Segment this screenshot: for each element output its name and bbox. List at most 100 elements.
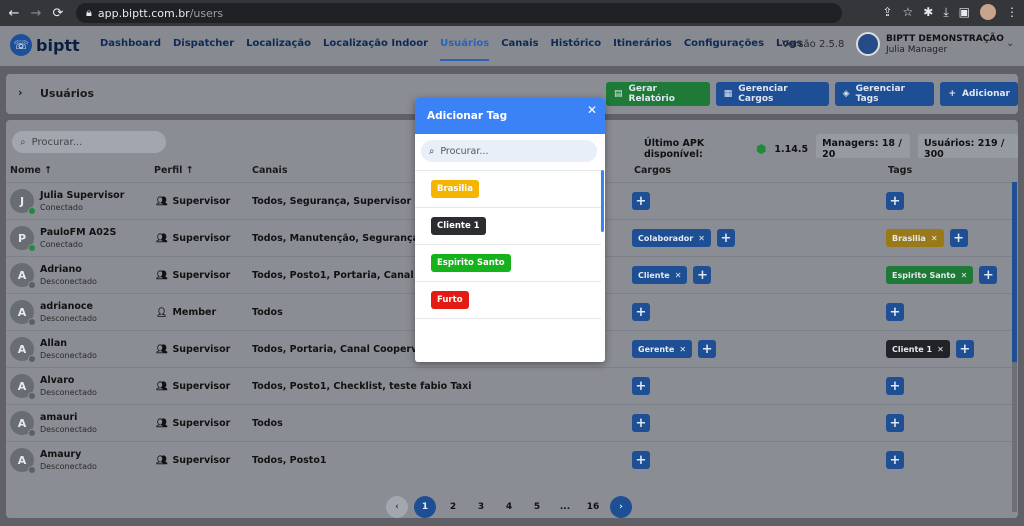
remove-icon[interactable]: ✕ <box>698 234 705 243</box>
add-tag-button[interactable]: + <box>949 229 968 247</box>
add-tag-button[interactable]: + <box>886 377 904 395</box>
profile-avatar-icon[interactable] <box>980 4 996 20</box>
logo[interactable]: ☏ biptt <box>10 34 80 56</box>
add-role-button[interactable]: + <box>632 192 650 210</box>
table-row[interactable]: A Alvaro Desconectado 👥︎ Supervisor Todos… <box>6 367 1018 404</box>
add-tag-button[interactable]: + <box>886 451 904 469</box>
menu-item-1[interactable]: Dispatcher <box>173 38 234 61</box>
user-name[interactable]: PauloFM A02S <box>40 227 116 238</box>
user-name[interactable]: adrianoce <box>40 301 93 312</box>
menu-item-3[interactable]: Localização Indoor <box>323 38 428 61</box>
close-icon[interactable]: ✕ <box>587 103 597 117</box>
remove-icon[interactable]: ✕ <box>675 271 682 280</box>
add-role-button[interactable]: + <box>632 451 650 469</box>
forward-icon[interactable]: → <box>28 6 44 21</box>
page-button[interactable]: 5 <box>526 496 548 518</box>
add-tag-button[interactable]: + <box>886 414 904 432</box>
page-button[interactable]: 3 <box>470 496 492 518</box>
tag-list-scrollbar[interactable] <box>601 170 604 232</box>
menu-item-0[interactable]: Dashboard <box>100 38 161 61</box>
tag-option[interactable]: Brasilia <box>415 170 601 207</box>
user-name[interactable]: Amaury <box>40 449 81 460</box>
sidepanel-icon[interactable]: ▣ <box>959 5 970 19</box>
add-role-button[interactable]: + <box>632 414 650 432</box>
scrollbar-thumb[interactable] <box>1012 182 1017 362</box>
user-name[interactable]: Julia Supervisor <box>40 190 124 201</box>
remove-icon[interactable]: ✕ <box>931 234 938 243</box>
user-channels: Todos, Posto1, Checklist, teste fabio Ta… <box>252 381 472 392</box>
header-profile[interactable]: Perfil ↑ <box>154 165 194 176</box>
user-profile: 👥︎ Supervisor <box>156 233 231 244</box>
header-name[interactable]: Nome ↑ <box>10 165 52 176</box>
menu-item-4[interactable]: Usuários <box>440 38 490 61</box>
tags-cell: + <box>886 451 904 469</box>
user-profile: 👥︎ Supervisor <box>156 455 231 466</box>
page-button[interactable]: 16 <box>582 496 604 518</box>
add-tag-button[interactable]: + <box>886 303 904 321</box>
chevron-right-icon[interactable]: › <box>18 86 23 99</box>
account-menu[interactable]: BIPTT DEMONSTRAÇÃO Julia Manager ⌄ <box>856 32 1016 56</box>
add-role-button[interactable]: + <box>698 340 717 358</box>
share-icon[interactable]: ⇪ <box>882 5 892 19</box>
user-status: Desconectado <box>40 462 97 471</box>
tag-option[interactable]: Furto <box>415 281 601 318</box>
add-role-button[interactable]: + <box>716 229 735 247</box>
search-input[interactable]: ⌕ Procurar... <box>12 131 166 153</box>
tag-option[interactable]: Espirito Santo <box>415 244 601 281</box>
back-icon[interactable]: ← <box>6 6 22 21</box>
next-page-button[interactable]: › <box>610 496 632 518</box>
user-name[interactable]: Alvaro <box>40 375 74 386</box>
extensions-icon[interactable]: ✱ <box>923 5 933 19</box>
role-chip[interactable]: Colaborador ✕ <box>632 229 711 247</box>
tag-chip[interactable]: Cliente 1 ✕ <box>886 340 950 358</box>
add-user-button[interactable]: + Adicionar <box>940 82 1018 106</box>
user-status: Conectado <box>40 203 83 212</box>
role-chip[interactable]: Cliente ✕ <box>632 266 688 284</box>
menu-item-8[interactable]: Configurações <box>684 38 764 61</box>
main-menu: Dashboard Dispatcher Localização Localizaçã… <box>100 38 802 61</box>
table-row[interactable]: A Amaury Desconectado 👥︎ Supervisor Todos… <box>6 441 1018 478</box>
menu-item-5[interactable]: Canais <box>501 38 538 61</box>
tags-cell: + <box>886 192 904 210</box>
chevron-down-icon[interactable]: ⌄ <box>1006 38 1014 49</box>
remove-icon[interactable]: ✕ <box>937 345 944 354</box>
sort-arrow-icon: ↑ <box>185 165 194 176</box>
manage-roles-button[interactable]: ▦ Gerenciar Cargos <box>715 82 829 106</box>
tag-chip[interactable]: Espirito Santo ✕ <box>886 266 974 284</box>
user-name[interactable]: Allan <box>40 338 67 349</box>
generate-report-button[interactable]: ▤ Gerar Relatório <box>606 82 710 106</box>
role-chip[interactable]: Gerente ✕ <box>632 340 693 358</box>
add-tag-button[interactable]: + <box>886 192 904 210</box>
remove-icon[interactable]: ✕ <box>679 345 686 354</box>
tag-search-input[interactable]: ⌕ Procurar... <box>421 140 597 162</box>
add-role-button[interactable]: + <box>632 377 650 395</box>
page-title: Usuários <box>40 87 95 100</box>
add-role-button[interactable]: + <box>693 266 712 284</box>
user-name[interactable]: amauri <box>40 412 77 423</box>
status-dot <box>28 318 36 326</box>
add-tag-button[interactable]: + <box>955 340 974 358</box>
remove-icon[interactable]: ✕ <box>961 271 968 280</box>
users-icon: 👥︎ <box>156 455 168 466</box>
tags-cell: Cliente 1 ✕ + <box>886 340 974 358</box>
page-button[interactable]: 2 <box>442 496 464 518</box>
download-icon[interactable]: ⤓ <box>943 5 948 20</box>
menu-item-6[interactable]: Histórico <box>551 38 602 61</box>
prev-page-button[interactable]: ‹ <box>386 496 408 518</box>
tag-chip[interactable]: Brasilia ✕ <box>886 229 944 247</box>
manage-tags-button[interactable]: ◈ Gerenciar Tags <box>834 82 935 106</box>
menu-item-2[interactable]: Localização <box>246 38 311 61</box>
star-icon[interactable]: ☆ <box>903 5 914 19</box>
table-row[interactable]: A amauri Desconectado 👥︎ Supervisor Todos… <box>6 404 1018 441</box>
add-role-button[interactable]: + <box>632 303 650 321</box>
kebab-menu-icon[interactable]: ⋮ <box>1006 5 1018 19</box>
page-button[interactable]: 1 <box>414 496 436 518</box>
page-button[interactable]: 4 <box>498 496 520 518</box>
user-name[interactable]: Adriano <box>40 264 82 275</box>
tag-option-label: Furto <box>431 291 469 309</box>
tag-option[interactable]: Cliente 1 <box>415 207 601 244</box>
address-bar[interactable]: 🔒︎ app.biptt.com.br/users <box>76 3 842 23</box>
add-tag-button[interactable]: + <box>979 266 998 284</box>
reload-icon[interactable]: ⟳ <box>50 6 66 21</box>
menu-item-7[interactable]: Itinerários <box>613 38 672 61</box>
